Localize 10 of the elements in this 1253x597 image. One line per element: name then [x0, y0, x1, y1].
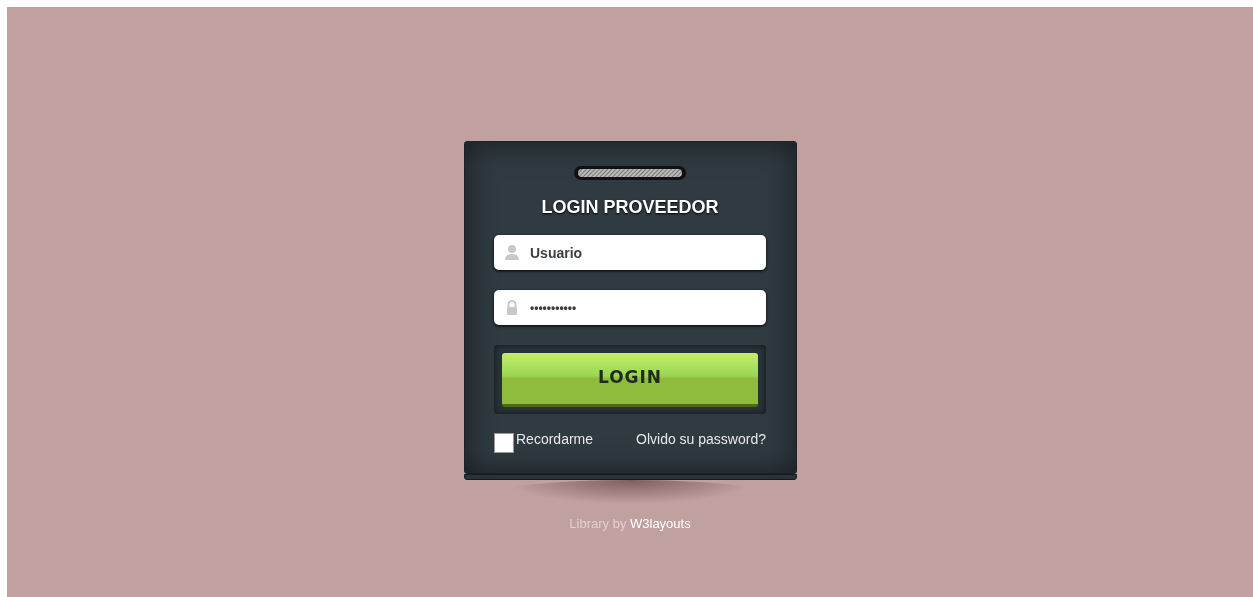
remember-me-label: Recordarme — [516, 430, 594, 448]
handle-icon — [573, 165, 687, 181]
checkbox[interactable] — [494, 433, 514, 453]
username-field[interactable]: Usuario — [494, 235, 766, 270]
lock-icon — [504, 299, 520, 315]
password-field[interactable]: ••••••••••• — [494, 290, 766, 325]
card-title: LOGIN PROVEEDOR — [541, 196, 719, 218]
user-icon — [504, 244, 520, 260]
login-button[interactable]: LOGIN — [502, 352, 758, 407]
forgot-password-link[interactable]: Olvido su password? — [636, 430, 766, 448]
